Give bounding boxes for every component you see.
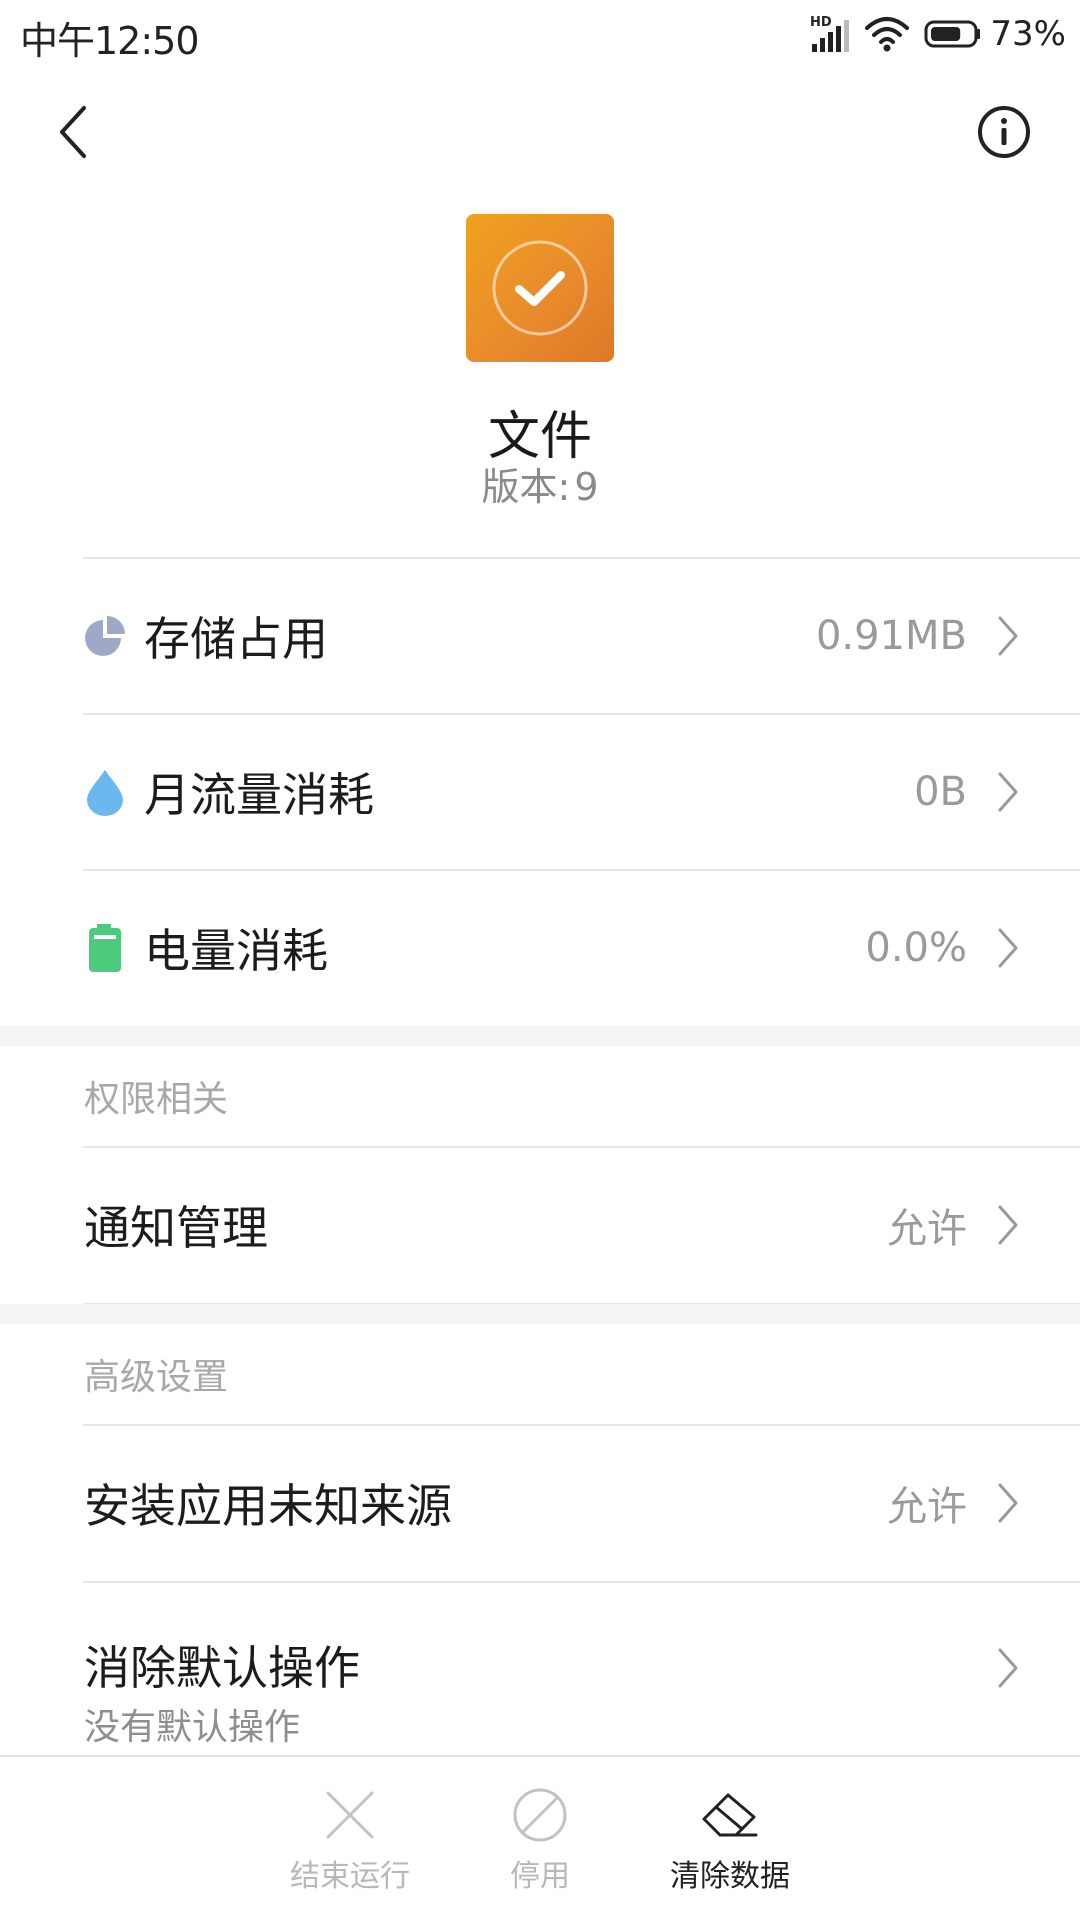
wifi-icon: [865, 17, 910, 52]
app-version: 版本: 9: [0, 456, 1080, 511]
section-gap: [0, 1304, 1080, 1324]
version-label: 版本:: [481, 465, 571, 509]
status-bar: 中午12:50 HD 73%: [0, 0, 1080, 66]
install-unknown-sources-value: 允许: [887, 1484, 967, 1530]
battery-icon: [89, 924, 121, 972]
permissions-section-title: 权限相关: [84, 1079, 229, 1120]
install-unknown-sources-row[interactable]: 安装应用未知来源 允许: [0, 1425, 1080, 1581]
advanced-section-title: 高级设置: [84, 1357, 229, 1398]
chevron-right-icon: [998, 616, 1018, 656]
bottom-action-bar: 结束运行 停用 清除数据: [0, 1755, 1080, 1920]
app-icon: [466, 214, 614, 362]
info-circle-icon: [978, 106, 1030, 158]
chevron-right-icon: [998, 772, 1018, 812]
monthly-data-value: 0B: [914, 769, 967, 815]
water-drop-icon: [87, 770, 123, 816]
notification-management-label: 通知管理: [84, 1201, 268, 1255]
clear-data-button[interactable]: 清除数据: [650, 1785, 810, 1905]
chevron-left-icon: [60, 106, 86, 158]
close-x-icon: [326, 1791, 374, 1839]
clear-defaults-sublabel: 没有默认操作: [84, 1707, 301, 1748]
battery-usage-row[interactable]: 电量消耗 0.0%: [0, 870, 1080, 1026]
pie-chart-icon: [85, 616, 125, 656]
disable-button[interactable]: 停用: [460, 1785, 620, 1905]
storage-usage-value: 0.91MB: [815, 613, 967, 659]
battery-icon: [924, 20, 981, 48]
battery-percent: 73%: [990, 14, 1066, 54]
clear-defaults-label: 消除默认操作: [84, 1641, 360, 1695]
back-button[interactable]: [50, 100, 100, 164]
disable-label: 停用: [510, 1859, 570, 1894]
network-badge: HD: [810, 15, 832, 30]
notification-management-value: 允许: [887, 1206, 967, 1252]
force-stop-label: 结束运行: [290, 1859, 410, 1894]
status-icons: HD 73%: [810, 12, 1066, 56]
monthly-data-label: 月流量消耗: [144, 768, 374, 822]
clear-defaults-row[interactable]: 消除默认操作 没有默认操作: [0, 1582, 1080, 1754]
install-unknown-sources-label: 安装应用未知来源: [84, 1479, 452, 1533]
version-value: 9: [574, 465, 599, 509]
disable-circle-icon: [513, 1788, 567, 1842]
checkmark-circle-icon: [492, 240, 588, 336]
chevron-right-icon: [998, 1648, 1018, 1688]
force-stop-button[interactable]: 结束运行: [270, 1785, 430, 1905]
monthly-data-row[interactable]: 月流量消耗 0B: [0, 714, 1080, 870]
battery-usage-value: 0.0%: [865, 925, 967, 971]
clear-data-label: 清除数据: [670, 1859, 790, 1894]
battery-usage-label: 电量消耗: [144, 924, 328, 978]
chevron-right-icon: [998, 928, 1018, 968]
chevron-right-icon: [998, 1483, 1018, 1523]
app-info-button[interactable]: [976, 104, 1032, 160]
chevron-right-icon: [998, 1205, 1018, 1245]
storage-usage-label: 存储占用: [144, 612, 328, 666]
eraser-icon: [702, 1793, 758, 1837]
signal-icon: HD: [810, 15, 850, 52]
section-gap: [0, 1026, 1080, 1046]
status-time: 中午12:50: [20, 19, 200, 63]
storage-usage-row[interactable]: 存储占用 0.91MB: [0, 558, 1080, 714]
notification-management-row[interactable]: 通知管理 允许: [0, 1147, 1080, 1303]
